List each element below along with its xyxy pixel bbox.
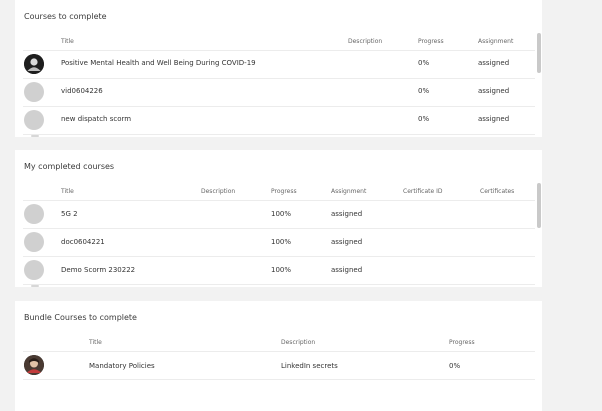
bundle-description: LinkedIn secrets	[281, 362, 338, 370]
col-description-header[interactable]: Description	[348, 38, 382, 45]
completed-courses-title: My completed courses	[24, 162, 115, 171]
course-progress: 100%	[271, 210, 292, 218]
bundle-courses-title: Bundle Courses to complete	[24, 313, 137, 322]
course-title[interactable]: new dispatch scorm	[61, 115, 131, 123]
course-progress: 100%	[271, 266, 292, 274]
course-progress: 0%	[418, 59, 430, 67]
row-divider	[23, 78, 535, 79]
course-thumbnail-placeholder	[24, 232, 44, 252]
course-title[interactable]: vid0604226	[61, 87, 103, 95]
courses-to-complete-panel: Courses to complete Title Description Pr…	[15, 0, 542, 137]
course-thumbnail-placeholder	[24, 82, 44, 102]
course-progress: 0%	[418, 87, 430, 95]
row-divider	[23, 106, 535, 107]
course-thumbnail-placeholder	[24, 110, 44, 130]
col-progress-header[interactable]: Progress	[449, 339, 475, 346]
row-divider	[23, 379, 535, 380]
col-progress-header[interactable]: Progress	[418, 38, 444, 45]
course-assignment: assigned	[478, 59, 510, 67]
row-divider	[23, 284, 535, 285]
col-description-header[interactable]: Description	[201, 188, 235, 195]
course-thumbnail-placeholder	[24, 260, 44, 280]
bundle-courses-panel: Bundle Courses to complete Title Descrip…	[15, 301, 542, 411]
courses-scrollbar[interactable]	[537, 33, 541, 73]
col-progress-header[interactable]: Progress	[271, 188, 297, 195]
header-divider	[23, 50, 535, 51]
next-row-peek	[31, 135, 39, 137]
course-assignment: assigned	[478, 87, 510, 95]
col-title-header[interactable]: Title	[89, 339, 102, 346]
row-divider	[23, 228, 535, 229]
course-progress: 100%	[271, 238, 292, 246]
completed-scrollbar[interactable]	[537, 183, 541, 228]
course-assignment: assigned	[331, 266, 363, 274]
col-description-header[interactable]: Description	[281, 339, 315, 346]
col-title-header[interactable]: Title	[61, 38, 74, 45]
course-thumbnail	[24, 54, 44, 74]
header-divider	[23, 200, 535, 201]
bundle-thumbnail	[24, 355, 44, 375]
completed-courses-panel: My completed courses Title Description P…	[15, 150, 542, 287]
row-divider	[23, 256, 535, 257]
col-assignment-header[interactable]: Assignment	[478, 38, 513, 45]
course-title[interactable]: doc0604221	[61, 238, 105, 246]
bundle-progress: 0%	[449, 362, 461, 370]
course-title[interactable]: Positive Mental Health and Well Being Du…	[61, 59, 256, 67]
row-divider	[23, 134, 535, 135]
bundle-title[interactable]: Mandatory Policies	[89, 362, 155, 370]
course-assignment: assigned	[331, 238, 363, 246]
course-thumbnail-placeholder	[24, 204, 44, 224]
courses-to-complete-title: Courses to complete	[24, 12, 107, 21]
course-progress: 0%	[418, 115, 430, 123]
col-certificates-header[interactable]: Certificates	[480, 188, 514, 195]
course-title[interactable]: 5G 2	[61, 210, 78, 218]
course-assignment: assigned	[478, 115, 510, 123]
col-assignment-header[interactable]: Assignment	[331, 188, 366, 195]
col-title-header[interactable]: Title	[61, 188, 74, 195]
course-assignment: assigned	[331, 210, 363, 218]
course-title[interactable]: Demo Scorm 230222	[61, 266, 135, 274]
next-row-peek	[31, 285, 39, 287]
col-certificate-id-header[interactable]: Certificate ID	[403, 188, 442, 195]
header-divider	[23, 351, 535, 352]
